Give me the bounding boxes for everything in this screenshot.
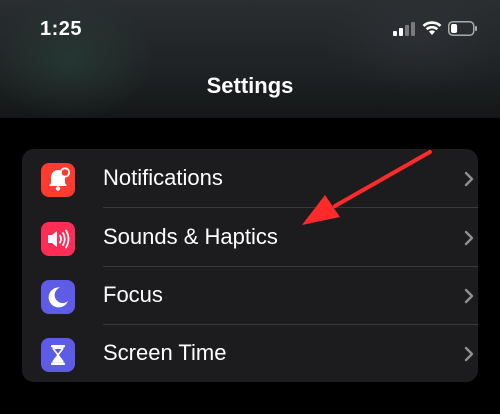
settings-row-screen-time[interactable]: Screen Time <box>22 324 478 382</box>
chevron-right-icon <box>464 346 474 362</box>
cellular-signal-icon <box>393 22 417 36</box>
settings-row-sounds-haptics[interactable]: Sounds & Haptics <box>22 208 478 266</box>
chevron-right-icon <box>464 288 474 304</box>
settings-row-label: Screen Time <box>103 340 227 365</box>
settings-row-focus[interactable]: Focus <box>22 266 478 324</box>
chevron-right-icon <box>464 171 474 187</box>
page-title: Settings <box>206 73 294 98</box>
status-bar: 1:25 <box>0 0 500 60</box>
settings-row-label: Focus <box>103 282 163 307</box>
status-time: 1:25 <box>40 18 83 40</box>
hourglass-icon <box>41 338 75 372</box>
settings-row-label: Sounds & Haptics <box>103 224 278 249</box>
moon-icon <box>41 280 75 314</box>
settings-row-notifications[interactable]: Notifications <box>22 149 478 207</box>
wifi-icon <box>422 20 442 36</box>
header-area: 1:25 Settings <box>0 0 500 118</box>
settings-row-label: Notifications <box>103 165 223 190</box>
chevron-right-icon <box>464 230 474 246</box>
notification-bell-icon <box>41 163 75 197</box>
speaker-icon <box>41 222 75 256</box>
settings-group: Notifications Sounds & Haptics Focus Scr… <box>22 149 478 382</box>
battery-icon <box>448 21 478 36</box>
